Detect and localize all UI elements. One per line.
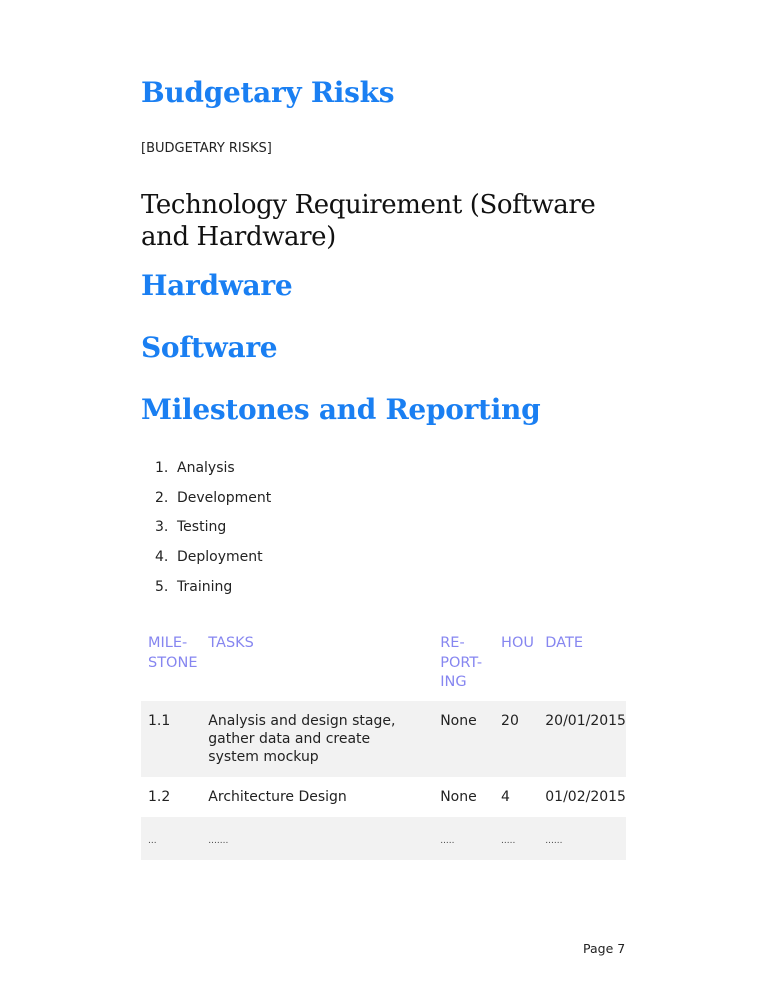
heading-software: Software (141, 331, 278, 364)
list-label: Testing (177, 519, 227, 536)
list-number: 3. (155, 519, 169, 536)
cell-milestone: ... (141, 816, 202, 860)
table-row: 1.2 Architecture Design None 4 01/02/201… (141, 777, 626, 817)
list-label: Training (177, 578, 233, 595)
milestone-steps-list: 1. Analysis 2. Development 3. Testing 4. Dep… (155, 457, 271, 605)
cell-hours: 4 (501, 788, 510, 805)
column-header-reporting: RE- PORT- ING (440, 635, 483, 690)
cell-reporting: None (433, 700, 495, 777)
budgetary-risks-placeholder: [BUDGETARY RISKS] (141, 141, 272, 156)
column-header-date: DATE (545, 635, 583, 651)
cell-date: 01/02/2015 (545, 788, 626, 805)
list-number: 4. (155, 549, 169, 566)
list-label: Deployment (177, 549, 263, 566)
list-label: Analysis (177, 460, 235, 476)
cell-task: Analysis and design stage, gather data a… (201, 700, 434, 777)
table-header-row: MILE- STONE TASKS RE- PORT- ING HOU DATE (141, 632, 626, 701)
heading-milestones-and-reporting: Milestones and Reporting (141, 393, 541, 426)
document-page: Budgetary Risks [BUDGETARY RISKS] Techno… (0, 0, 765, 990)
heading-budgetary-risks: Budgetary Risks (141, 76, 395, 109)
list-item: 3. Testing (155, 516, 271, 546)
list-item: 5. Training (155, 576, 271, 606)
column-header-hours: HOU (501, 635, 534, 651)
column-header-milestone: MILE- STONE (148, 635, 198, 671)
cell-milestone: 1.1 (141, 700, 202, 777)
list-number: 5. (155, 578, 169, 595)
list-number: 1. (155, 460, 169, 476)
list-item: 2. Development (155, 487, 271, 517)
cell-date: ...... (538, 816, 626, 860)
milestones-table: MILE- STONE TASKS RE- PORT- ING HOU DATE… (141, 632, 626, 860)
heading-hardware: Hardware (141, 269, 293, 302)
list-number: 2. (155, 489, 169, 506)
list-item: 1. Analysis (155, 457, 271, 487)
cell-reporting: ..... (433, 816, 495, 860)
cell-task: Architecture Design (208, 788, 347, 805)
list-label: Development (177, 489, 272, 506)
cell-date: 20/01/2015 (538, 700, 626, 777)
cell-task: ....... (201, 816, 434, 860)
cell-hours: ..... (494, 816, 539, 860)
heading-technology-requirement: Technology Requirement (Software and Har… (141, 190, 596, 252)
table-row: 1.1 Analysis and design stage, gather da… (141, 700, 626, 777)
cell-hours: 20 (494, 700, 539, 777)
cell-reporting: None (440, 788, 477, 805)
page-number: Page 7 (583, 941, 626, 956)
column-header-tasks: TASKS (208, 635, 254, 651)
list-item: 4. Deployment (155, 546, 271, 576)
table-row: ... ....... ..... ..... ...... (141, 816, 626, 860)
cell-milestone: 1.2 (148, 788, 171, 805)
